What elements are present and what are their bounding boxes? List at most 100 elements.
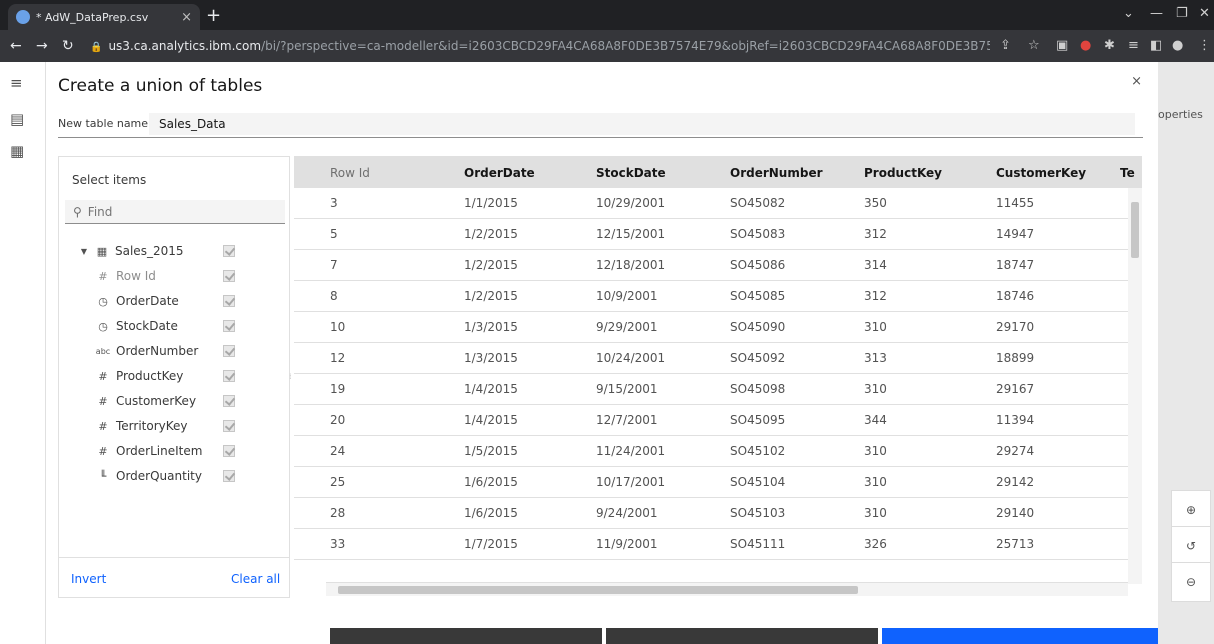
save-icon[interactable]: ▤ xyxy=(10,110,24,128)
properties-tab[interactable]: operties xyxy=(1158,108,1203,121)
clear-all-link[interactable]: Clear all xyxy=(231,572,280,586)
extension-red-icon[interactable]: ● xyxy=(1080,38,1091,53)
url-field[interactable]: 🔒 us3.ca.analytics.ibm.com/bi/?perspectiv… xyxy=(90,35,990,57)
panel-splitter[interactable]: ⁞ xyxy=(289,372,292,381)
new-tab-icon[interactable]: + xyxy=(206,5,221,26)
tree-column-item[interactable]: abc OrderNumber xyxy=(95,341,199,361)
tree-column-item[interactable]: # TerritoryKey xyxy=(95,416,187,436)
maximize-icon[interactable]: ❐ xyxy=(1176,6,1188,21)
table-cell: 29140 xyxy=(996,506,1035,520)
tree-column-label: OrderLineItem xyxy=(116,444,203,458)
column-header[interactable]: OrderDate xyxy=(464,166,535,180)
column-checkbox[interactable] xyxy=(223,445,235,457)
tree-column-item[interactable]: # OrderLineItem xyxy=(95,441,202,461)
back-icon[interactable]: ← xyxy=(10,38,22,54)
tree-column-item[interactable]: ◷ StockDate xyxy=(95,316,178,336)
tree-column-label: Row Id xyxy=(116,269,156,283)
column-checkbox[interactable] xyxy=(223,345,235,357)
table-name-label: New table name: xyxy=(58,117,152,130)
column-checkbox[interactable] xyxy=(223,320,235,332)
tree-column-item[interactable]: # ProductKey xyxy=(95,366,183,386)
url-path: /bi/?perspective=ca-modeller&id=i2603CBC… xyxy=(261,39,990,53)
browser-menu-icon[interactable]: ⋮ xyxy=(1198,38,1211,53)
number-icon: # xyxy=(98,369,108,383)
table-checkbox[interactable] xyxy=(223,245,235,257)
table-cell: 18899 xyxy=(996,351,1035,365)
table-cell: 1/3/2015 xyxy=(464,351,518,365)
column-checkbox[interactable] xyxy=(223,420,235,432)
table-cell: 310 xyxy=(864,444,887,458)
horizontal-scrollbar[interactable] xyxy=(326,582,1128,596)
close-dialog-icon[interactable]: × xyxy=(1131,74,1142,89)
table-cell: 18747 xyxy=(996,258,1035,272)
data-sources-icon[interactable]: ▦ xyxy=(10,142,24,160)
share-icon[interactable]: ⇪ xyxy=(1000,38,1011,53)
table-name-input[interactable] xyxy=(149,113,1135,135)
table-cell: 344 xyxy=(864,413,887,427)
find-field[interactable]: ⚲ xyxy=(65,200,285,224)
reset-view-icon[interactable]: ↺ xyxy=(1171,526,1211,566)
column-checkbox[interactable] xyxy=(223,395,235,407)
column-header[interactable]: ProductKey xyxy=(864,166,942,180)
grid-header: Row Id OrderDate StockDate OrderNumber Produ… xyxy=(294,156,1142,188)
extension-icon[interactable]: ▣ xyxy=(1056,38,1068,53)
tree-table-label: Sales_2015 xyxy=(115,244,184,258)
minimize-icon[interactable]: — xyxy=(1150,6,1163,21)
caret-down-icon[interactable]: ▼ xyxy=(79,247,89,256)
table-cell: 312 xyxy=(864,227,887,241)
column-checkbox[interactable] xyxy=(223,270,235,282)
close-tab-icon[interactable]: × xyxy=(181,10,192,25)
table-cell: SO45083 xyxy=(730,227,786,241)
table-cell: 8 xyxy=(330,289,338,303)
find-input[interactable] xyxy=(87,204,268,219)
table-cell: SO45090 xyxy=(730,320,786,334)
tree-column-item[interactable]: ◷ OrderDate xyxy=(95,291,179,311)
invert-link[interactable]: Invert xyxy=(71,572,106,586)
column-header[interactable]: OrderNumber xyxy=(730,166,823,180)
column-checkbox[interactable] xyxy=(223,295,235,307)
address-bar-row: ← → ↻ 🔒 us3.ca.analytics.ibm.com/bi/?pers… xyxy=(0,30,1214,62)
primary-button[interactable] xyxy=(882,628,1158,644)
table-cell: 11/9/2001 xyxy=(596,537,658,551)
table-cell: 1/2/2015 xyxy=(464,289,518,303)
app-menu-icon[interactable]: ≡ xyxy=(10,74,23,92)
close-window-icon[interactable]: ✕ xyxy=(1199,6,1210,21)
reading-list-icon[interactable]: ≡ xyxy=(1128,38,1139,53)
column-header[interactable]: CustomerKey xyxy=(996,166,1086,180)
horizontal-scroll-thumb[interactable] xyxy=(338,586,858,594)
tree-column-item[interactable]: ╙ OrderQuantity xyxy=(95,466,202,486)
column-checkbox[interactable] xyxy=(223,370,235,382)
forward-icon[interactable]: → xyxy=(36,38,48,54)
column-checkbox[interactable] xyxy=(223,470,235,482)
tree-column-item[interactable]: # Row Id xyxy=(95,266,156,286)
back-button[interactable] xyxy=(606,628,878,644)
table-row: 24 1/5/2015 11/24/2001 SO45102 310 29274 xyxy=(294,436,1142,467)
column-header[interactable]: StockDate xyxy=(596,166,666,180)
table-cell: 1/3/2015 xyxy=(464,320,518,334)
table-row: 33 1/7/2015 11/9/2001 SO45111 326 25713 xyxy=(294,529,1142,560)
column-header[interactable]: Row Id xyxy=(330,166,370,180)
vertical-scroll-thumb[interactable] xyxy=(1131,202,1139,258)
profile-avatar-icon[interactable]: ● xyxy=(1172,38,1183,53)
dialog-button-bar xyxy=(330,628,1158,644)
tree-column-label: OrderNumber xyxy=(116,344,199,358)
table-cell: 10/24/2001 xyxy=(596,351,666,365)
bookmark-star-icon[interactable]: ☆ xyxy=(1028,38,1040,53)
vertical-scrollbar[interactable] xyxy=(1128,188,1142,584)
number-icon: # xyxy=(98,419,108,433)
zoom-in-icon[interactable]: ⊕ xyxy=(1171,490,1211,530)
table-cell: 10/9/2001 xyxy=(596,289,658,303)
tree-column-item[interactable]: # CustomerKey xyxy=(95,391,196,411)
extensions-puzzle-icon[interactable]: ✱ xyxy=(1104,38,1115,53)
browser-tab[interactable]: * AdW_DataPrep.csv × xyxy=(8,4,200,30)
column-header[interactable]: Te xyxy=(1120,166,1135,180)
table-cell: 312 xyxy=(864,289,887,303)
zoom-out-icon[interactable]: ⊖ xyxy=(1171,562,1211,602)
tab-search-icon[interactable]: ⌄ xyxy=(1123,6,1134,21)
table-cell: 25713 xyxy=(996,537,1035,551)
side-panel-icon[interactable]: ◧ xyxy=(1150,38,1162,53)
tree-column-label: StockDate xyxy=(116,319,178,333)
tree-table-sales[interactable]: ▼ ▦ Sales_2015 xyxy=(79,241,184,261)
reload-icon[interactable]: ↻ xyxy=(62,38,74,54)
secondary-button[interactable] xyxy=(330,628,602,644)
